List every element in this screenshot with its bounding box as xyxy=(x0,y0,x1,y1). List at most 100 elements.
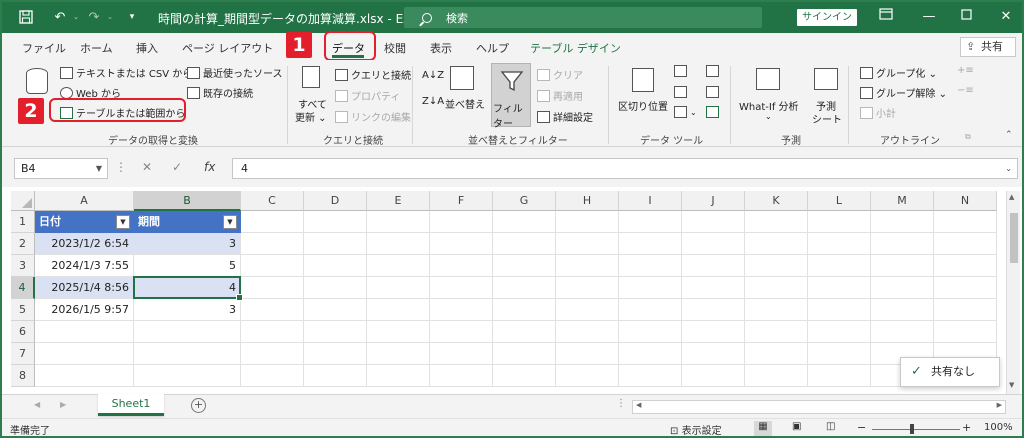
cell[interactable] xyxy=(934,321,997,343)
cell[interactable] xyxy=(430,211,493,233)
cell[interactable] xyxy=(241,255,304,277)
cell[interactable] xyxy=(556,211,619,233)
cell[interactable] xyxy=(808,211,871,233)
cell[interactable] xyxy=(241,365,304,387)
tab-split-handle[interactable]: ⋮ xyxy=(616,398,626,409)
save-icon[interactable] xyxy=(18,9,34,25)
scroll-right-icon[interactable]: ▶ xyxy=(997,401,1002,409)
cell[interactable] xyxy=(808,277,871,299)
queries-connections-button[interactable]: クエリと接続 xyxy=(335,67,411,82)
cell[interactable] xyxy=(304,211,367,233)
undo-icon[interactable]: ↶ xyxy=(52,9,68,25)
zoom-slider[interactable] xyxy=(872,429,960,430)
cell[interactable] xyxy=(619,343,682,365)
cell[interactable] xyxy=(934,255,997,277)
cell[interactable] xyxy=(871,233,934,255)
cell[interactable] xyxy=(241,233,304,255)
name-box[interactable]: B4 ▼ xyxy=(14,158,108,179)
cell[interactable] xyxy=(493,321,556,343)
cell[interactable] xyxy=(619,277,682,299)
cell[interactable] xyxy=(241,211,304,233)
table-cell[interactable]: 3 xyxy=(134,233,241,255)
table-cell[interactable]: 2024/1/3 7:55 xyxy=(35,255,134,277)
column-header-d[interactable]: D xyxy=(304,191,367,211)
cell[interactable] xyxy=(808,365,871,387)
column-header-j[interactable]: J xyxy=(682,191,745,211)
cell[interactable] xyxy=(871,299,934,321)
cell[interactable] xyxy=(619,299,682,321)
cell[interactable] xyxy=(682,343,745,365)
normal-view-icon[interactable]: ▦ xyxy=(754,421,772,436)
share-button[interactable]: 共有 xyxy=(960,37,1016,57)
table-cell[interactable]: 2025/1/4 8:56 xyxy=(35,277,134,299)
cell[interactable] xyxy=(304,277,367,299)
flash-fill-icon[interactable] xyxy=(674,65,690,77)
tab-insert[interactable]: 挿入 xyxy=(136,40,158,56)
maximize-icon[interactable] xyxy=(954,7,978,27)
sort-ascending-icon[interactable]: A↓Z xyxy=(422,70,444,81)
row-header-5[interactable]: 5 xyxy=(11,299,35,321)
cell[interactable] xyxy=(934,233,997,255)
cell[interactable] xyxy=(430,321,493,343)
cell[interactable] xyxy=(304,299,367,321)
zoom-in-icon[interactable]: + xyxy=(962,421,971,434)
reapply-button[interactable]: 再適用 xyxy=(537,88,583,103)
sort-button[interactable]: 並べ替え xyxy=(445,96,485,111)
cell[interactable] xyxy=(241,343,304,365)
cell[interactable] xyxy=(934,277,997,299)
cell[interactable] xyxy=(367,321,430,343)
signin-button[interactable]: サインイン xyxy=(797,9,857,26)
prev-sheet-icon[interactable]: ◀ xyxy=(34,400,40,409)
cell[interactable] xyxy=(808,255,871,277)
minimize-icon[interactable]: — xyxy=(917,7,941,27)
group-button[interactable]: グループ化 ⌄ xyxy=(860,65,937,80)
cell[interactable] xyxy=(556,299,619,321)
cell[interactable] xyxy=(367,365,430,387)
cell[interactable] xyxy=(682,365,745,387)
cell[interactable] xyxy=(367,299,430,321)
scroll-left-icon[interactable]: ◀ xyxy=(636,401,641,409)
from-text-csv-button[interactable]: テキストまたは CSV から xyxy=(60,65,192,80)
table-header-cell[interactable]: 期間 ▼ xyxy=(134,211,241,233)
cell[interactable] xyxy=(367,255,430,277)
cell[interactable] xyxy=(304,365,367,387)
cell[interactable] xyxy=(134,343,241,365)
refresh-all-icon[interactable] xyxy=(302,66,320,88)
cell[interactable] xyxy=(493,365,556,387)
cell[interactable] xyxy=(367,343,430,365)
text-to-columns-button[interactable]: 区切り位置 xyxy=(618,98,668,113)
display-settings-button[interactable]: ⊡ 表示設定 xyxy=(670,422,722,436)
cell[interactable] xyxy=(493,343,556,365)
cell[interactable] xyxy=(871,255,934,277)
column-header-i[interactable]: I xyxy=(619,191,682,211)
collapse-ribbon-icon[interactable]: ⌃ xyxy=(1005,130,1013,140)
show-detail-icon[interactable]: +≡ xyxy=(957,65,974,76)
subtotal-button[interactable]: 小計 xyxy=(860,105,896,120)
cell[interactable] xyxy=(367,277,430,299)
filter-dropdown-icon[interactable]: ▼ xyxy=(223,215,237,229)
next-sheet-icon[interactable]: ▶ xyxy=(60,400,66,409)
cell[interactable] xyxy=(745,365,808,387)
table-cell[interactable]: 2026/1/5 9:57 xyxy=(35,299,134,321)
cell[interactable] xyxy=(619,211,682,233)
search-input[interactable]: 検索 xyxy=(404,7,762,28)
customize-icon[interactable]: ▾ xyxy=(124,9,140,25)
cell[interactable] xyxy=(619,321,682,343)
enter-icon[interactable]: ✓ xyxy=(172,160,182,174)
filter-button[interactable]: フィルター xyxy=(491,63,531,130)
cell[interactable] xyxy=(682,299,745,321)
cell[interactable] xyxy=(35,321,134,343)
cell[interactable] xyxy=(745,343,808,365)
dialog-launcher-icon[interactable]: ⧉ xyxy=(965,132,971,142)
cell[interactable] xyxy=(871,321,934,343)
remove-duplicates-icon[interactable] xyxy=(674,86,690,98)
ungroup-button[interactable]: グループ解除 ⌄ xyxy=(860,85,947,100)
cell[interactable] xyxy=(619,255,682,277)
tab-file[interactable]: ファイル xyxy=(22,40,66,56)
cell[interactable] xyxy=(556,365,619,387)
data-validation-icon[interactable]: ⌄ xyxy=(674,106,697,118)
cell[interactable] xyxy=(682,233,745,255)
vertical-scrollbar[interactable]: ▲ ▼ xyxy=(1006,191,1020,394)
cell[interactable] xyxy=(493,277,556,299)
cell[interactable] xyxy=(556,255,619,277)
